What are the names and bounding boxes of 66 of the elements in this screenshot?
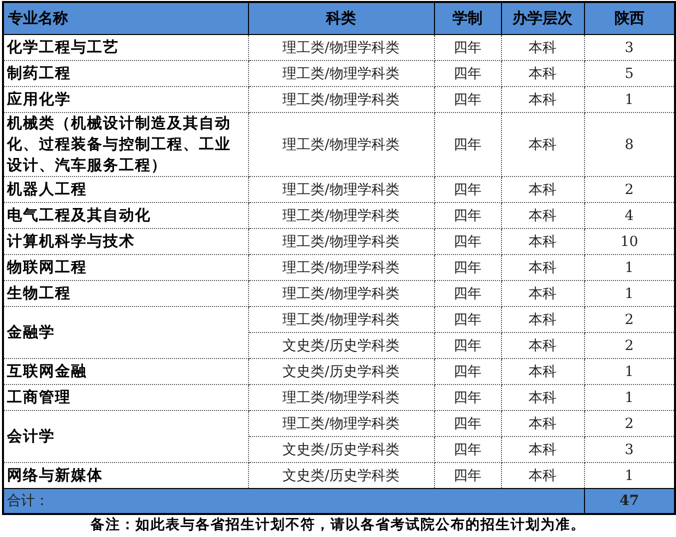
table-cell: 四年 bbox=[434, 86, 501, 112]
major-name-cell: 工商管理 bbox=[3, 384, 248, 410]
table-cell: 理工类/物理学科类 bbox=[248, 384, 434, 410]
table-cell: 四年 bbox=[434, 358, 501, 384]
column-header: 专业名称 bbox=[3, 2, 248, 34]
major-name-cell: 电气工程及其自动化 bbox=[3, 202, 248, 228]
table-cell: 本科 bbox=[501, 254, 584, 280]
major-name-cell: 机械类（机械设计制造及其自动化、过程装备与控制工程、工业设计、汽车服务工程） bbox=[3, 112, 248, 176]
table-cell: 本科 bbox=[501, 86, 584, 112]
table-cell: 本科 bbox=[501, 306, 584, 332]
table-cell: 文史类/历史学科类 bbox=[248, 358, 434, 384]
table-cell: 四年 bbox=[434, 384, 501, 410]
total-label: 合计： bbox=[3, 488, 584, 514]
table-cell: 理工类/物理学科类 bbox=[248, 176, 434, 202]
table-cell: 四年 bbox=[434, 228, 501, 254]
table-cell: 本科 bbox=[501, 228, 584, 254]
table-cell: 本科 bbox=[501, 280, 584, 306]
column-header: 学制 bbox=[434, 2, 501, 34]
table-cell: 文史类/历史学科类 bbox=[248, 332, 434, 358]
table-cell: 本科 bbox=[501, 332, 584, 358]
table-cell: 四年 bbox=[434, 202, 501, 228]
table-cell: 本科 bbox=[501, 410, 584, 436]
column-header: 办学层次 bbox=[501, 2, 584, 34]
table-cell: 四年 bbox=[434, 176, 501, 202]
table-cell: 本科 bbox=[501, 358, 584, 384]
table-cell: 理工类/物理学科类 bbox=[248, 86, 434, 112]
major-name-cell: 机器人工程 bbox=[3, 176, 248, 202]
table-cell: 本科 bbox=[501, 176, 584, 202]
major-name-cell: 会计学 bbox=[3, 410, 248, 462]
table-cell: 理工类/物理学科类 bbox=[248, 112, 434, 176]
total-value: 47 bbox=[584, 488, 675, 514]
major-name-cell: 互联网金融 bbox=[3, 358, 248, 384]
table-cell: 四年 bbox=[434, 332, 501, 358]
table-cell: 本科 bbox=[501, 60, 584, 86]
table-cell: 四年 bbox=[434, 34, 501, 60]
table-cell: 理工类/物理学科类 bbox=[248, 202, 434, 228]
table-cell: 四年 bbox=[434, 306, 501, 332]
table-cell: 本科 bbox=[501, 436, 584, 462]
table-cell: 本科 bbox=[501, 34, 584, 60]
major-name-cell: 应用化学 bbox=[3, 86, 248, 112]
table-cell: 理工类/物理学科类 bbox=[248, 60, 434, 86]
table-cell: 四年 bbox=[434, 254, 501, 280]
table-cell: 本科 bbox=[501, 112, 584, 176]
table-cell: 四年 bbox=[434, 280, 501, 306]
table-cell: 理工类/物理学科类 bbox=[248, 306, 434, 332]
table-cell: 四年 bbox=[434, 410, 501, 436]
table-cell: 本科 bbox=[501, 202, 584, 228]
column-header: 陕西 bbox=[584, 2, 675, 34]
table-cell: 本科 bbox=[501, 384, 584, 410]
table-cell: 理工类/物理学科类 bbox=[248, 228, 434, 254]
table-cell: 四年 bbox=[434, 112, 501, 176]
table-cell: 四年 bbox=[434, 436, 501, 462]
table-cell: 理工类/物理学科类 bbox=[248, 410, 434, 436]
table-cell: 理工类/物理学科类 bbox=[248, 280, 434, 306]
column-header: 科类 bbox=[248, 2, 434, 34]
table-cell: 理工类/物理学科类 bbox=[248, 254, 434, 280]
major-name-cell: 金融学 bbox=[3, 306, 248, 358]
major-name-cell: 物联网工程 bbox=[3, 254, 248, 280]
major-name-cell: 制药工程 bbox=[3, 60, 248, 86]
major-name-cell: 化学工程与工艺 bbox=[3, 34, 248, 60]
major-name-cell: 计算机科学与技术 bbox=[3, 228, 248, 254]
table-cell: 理工类/物理学科类 bbox=[248, 34, 434, 60]
table-cell: 文史类/历史学科类 bbox=[248, 436, 434, 462]
footnote: 备注：如此表与各省招生计划不符，请以各省考试院公布的招生计划为准。 bbox=[90, 516, 586, 534]
major-name-cell: 生物工程 bbox=[3, 280, 248, 306]
table-cell: 四年 bbox=[434, 60, 501, 86]
